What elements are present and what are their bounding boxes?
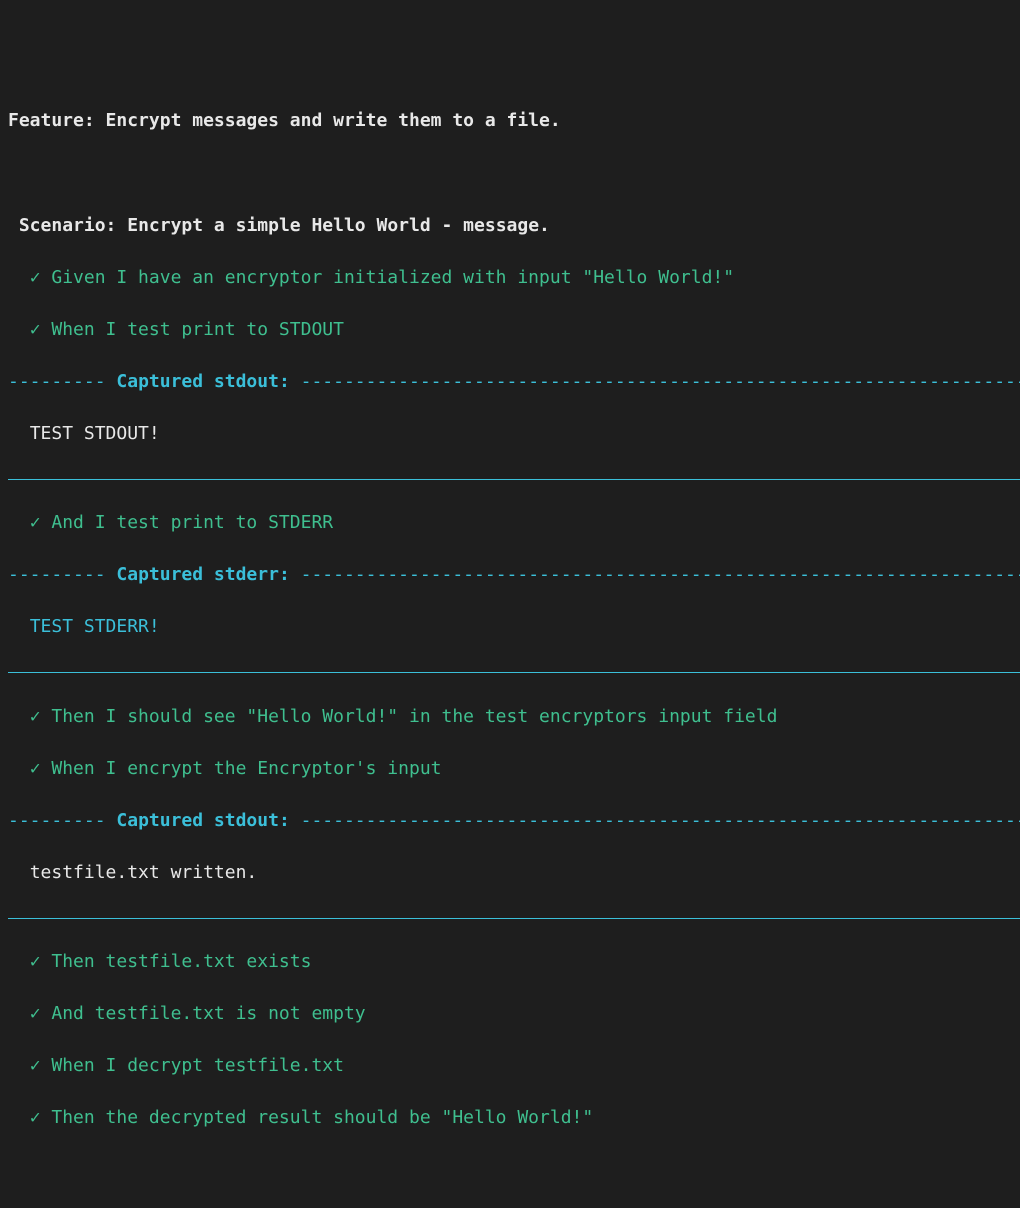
capture-output: testfile.txt written.: [8, 860, 1020, 886]
stdout-text: TEST STDOUT!: [30, 423, 160, 444]
stdout-text: testfile.txt written.: [30, 862, 258, 883]
step-line: ✓ When I decrypt testfile.txt: [8, 1053, 1020, 1079]
dash-trail: ----------------------------------------…: [301, 810, 1020, 831]
step-line: ✓ Then testfile.txt exists: [8, 949, 1020, 975]
step-line: ✓ When I encrypt the Encryptor's input: [8, 756, 1020, 782]
feature-label: Feature:: [8, 110, 95, 131]
check-icon: ✓: [30, 1105, 41, 1131]
capture-stdout-label: Captured stdout:: [116, 810, 289, 831]
scenario-line: Scenario: Encrypt a simple Hello World -…: [8, 213, 1020, 239]
dash-lead: ---------: [8, 564, 106, 585]
dash-trail: ----------------------------------------…: [301, 564, 1020, 585]
capture-stderr-label: Captured stderr:: [116, 564, 289, 585]
step-line: ✓ Then the decrypted result should be "H…: [8, 1105, 1020, 1131]
capture-header: --------- Captured stdout: -------------…: [8, 808, 1020, 834]
separator-line: [8, 672, 1020, 673]
capture-output: TEST STDERR!: [8, 614, 1020, 640]
separator-line: [8, 479, 1020, 480]
step-text: Then the decrypted result should be "Hel…: [51, 1107, 593, 1128]
dash-lead: ---------: [8, 810, 106, 831]
step-text: And testfile.txt is not empty: [51, 1003, 365, 1024]
capture-header: --------- Captured stderr: -------------…: [8, 562, 1020, 588]
separator-line: [8, 918, 1020, 919]
step-text: Given I have an encryptor initialized wi…: [51, 267, 734, 288]
check-icon: ✓: [30, 317, 41, 343]
check-icon: ✓: [30, 1053, 41, 1079]
feature-text: Encrypt messages and write them to a fil…: [106, 110, 561, 131]
check-icon: ✓: [30, 1001, 41, 1027]
step-text: Then testfile.txt exists: [51, 951, 311, 972]
dash-trail: ----------------------------------------…: [301, 371, 1020, 392]
scenario-text: Encrypt a simple Hello World - message.: [127, 215, 550, 236]
step-text: When I decrypt testfile.txt: [51, 1055, 344, 1076]
capture-stdout-label: Captured stdout:: [116, 371, 289, 392]
capture-output: TEST STDOUT!: [8, 421, 1020, 447]
dash-lead: ---------: [8, 371, 106, 392]
check-icon: ✓: [30, 756, 41, 782]
step-text: Then I should see "Hello World!" in the …: [51, 706, 777, 727]
blank-line: [8, 160, 1020, 186]
scenario-label: Scenario:: [19, 215, 117, 236]
check-icon: ✓: [30, 265, 41, 291]
step-text: When I test print to STDOUT: [51, 319, 344, 340]
check-icon: ✓: [30, 510, 41, 536]
step-text: When I encrypt the Encryptor's input: [51, 758, 441, 779]
check-icon: ✓: [30, 949, 41, 975]
step-line: ✓ And testfile.txt is not empty: [8, 1001, 1020, 1027]
step-line: ✓ And I test print to STDERR: [8, 510, 1020, 536]
feature-line: Feature: Encrypt messages and write them…: [8, 108, 1020, 134]
step-line: ✓ When I test print to STDOUT: [8, 317, 1020, 343]
step-line: ✓ Then I should see "Hello World!" in th…: [8, 704, 1020, 730]
step-text: And I test print to STDERR: [51, 512, 333, 533]
capture-header: --------- Captured stdout: -------------…: [8, 369, 1020, 395]
stderr-text: TEST STDERR!: [30, 616, 160, 637]
check-icon: ✓: [30, 704, 41, 730]
step-line: ✓ Given I have an encryptor initialized …: [8, 265, 1020, 291]
